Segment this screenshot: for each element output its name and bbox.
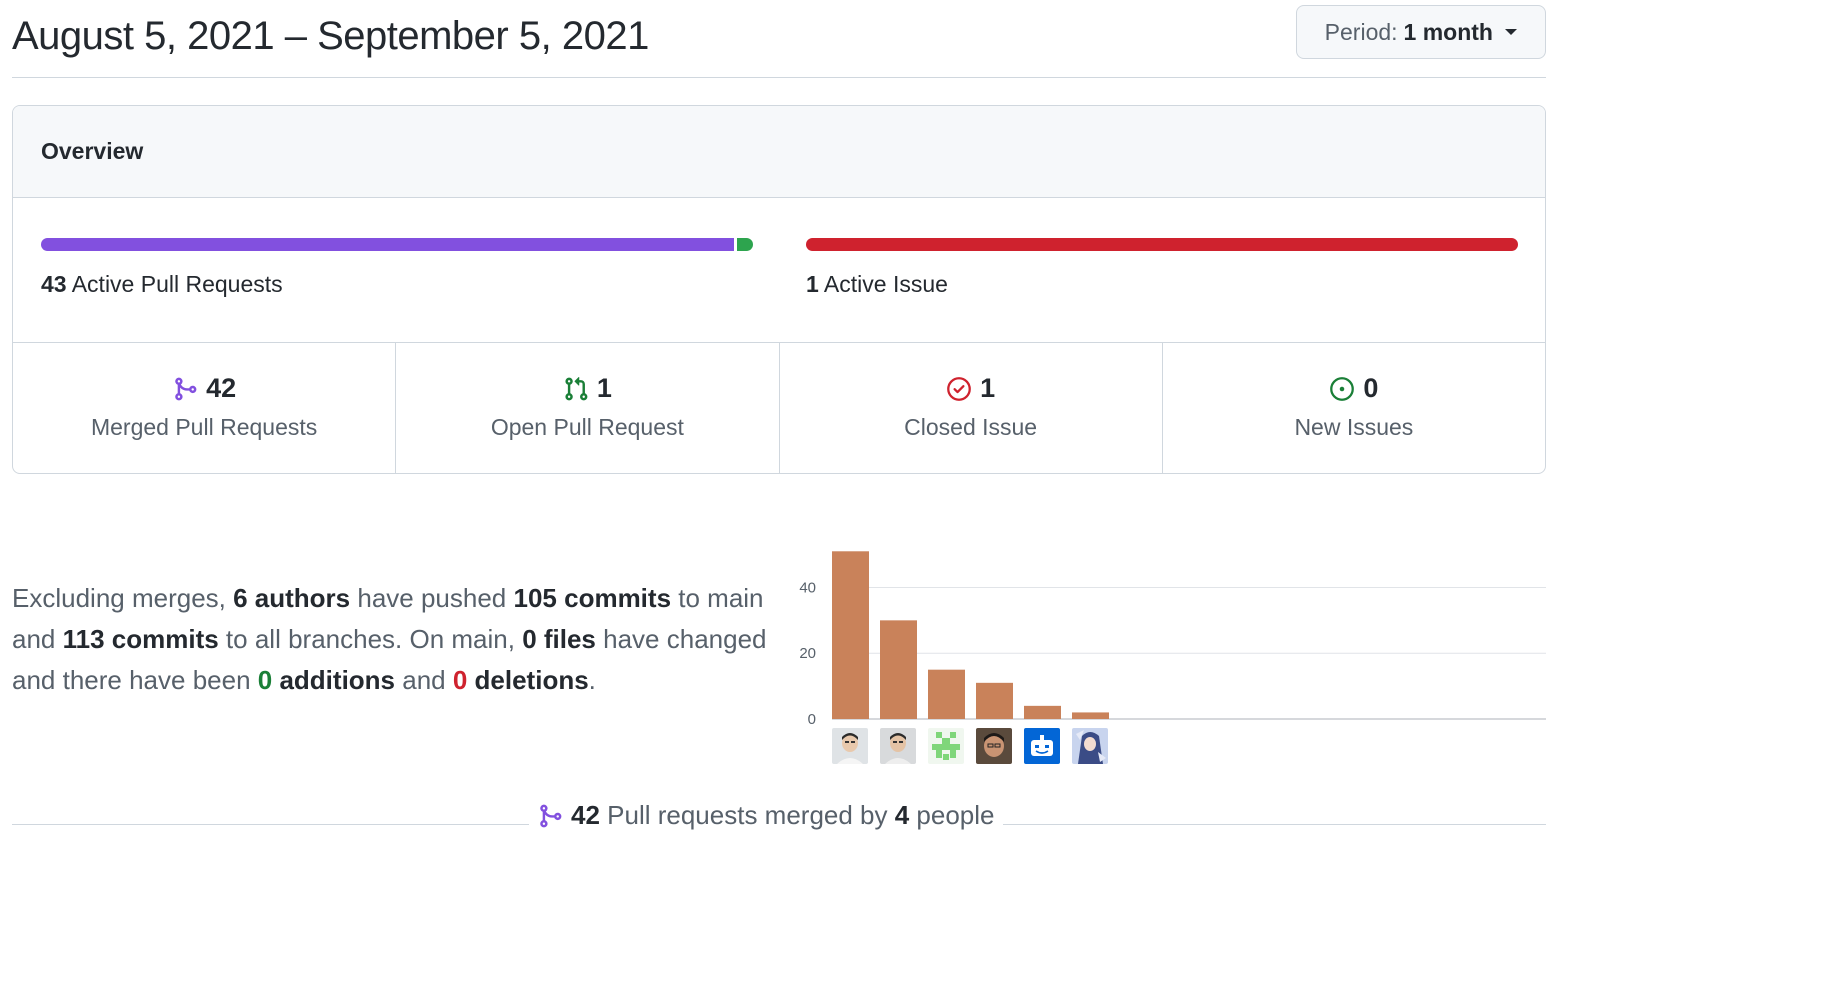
pull-requests-summary: 43 Active Pull Requests bbox=[41, 238, 753, 298]
footer-text: Pull requests merged by bbox=[599, 800, 895, 830]
git-merge-icon bbox=[175, 377, 197, 400]
issues-summary: 1 Active Issue bbox=[806, 238, 1518, 298]
author-avatar[interactable] bbox=[1024, 728, 1060, 764]
chevron-down-icon bbox=[1505, 29, 1517, 35]
overview-stats: 42 Merged Pull Requests 1 Open Pull Requ… bbox=[13, 343, 1545, 473]
active-issues-label: Active Issue bbox=[823, 271, 948, 297]
active-pull-requests-label: Active Pull Requests bbox=[71, 271, 283, 297]
overview-title: Overview bbox=[13, 106, 1545, 198]
stat-merged-label: Merged Pull Requests bbox=[90, 414, 318, 440]
summary-text: . bbox=[588, 665, 596, 695]
chart-bar[interactable] bbox=[832, 551, 869, 719]
summary-text: have pushed bbox=[350, 583, 514, 613]
author-avatar[interactable] bbox=[880, 728, 916, 764]
author-avatar[interactable] bbox=[1072, 728, 1108, 764]
commits-all-count: 113 commits bbox=[62, 624, 219, 654]
y-tick-label: 40 bbox=[799, 579, 816, 596]
chart-bar[interactable] bbox=[928, 669, 965, 719]
author-avatar[interactable] bbox=[832, 728, 868, 764]
commit-summary: Excluding merges, 6 authors have pushed … bbox=[12, 578, 772, 701]
period-label: Period: bbox=[1324, 18, 1398, 45]
active-pull-requests-count: 43 bbox=[41, 271, 67, 297]
active-issues-link[interactable]: 1 Active Issue bbox=[806, 271, 1518, 298]
overview-panel: Overview 43 Active Pull Requests 1 Activ… bbox=[12, 105, 1546, 474]
y-tick-label: 20 bbox=[799, 645, 816, 662]
period-dropdown-button[interactable]: Period: 1 month bbox=[1295, 5, 1546, 59]
stat-closed-value: 1 bbox=[980, 373, 996, 403]
deletions-count: 0 bbox=[452, 665, 468, 695]
issue-closed-icon bbox=[947, 376, 971, 401]
pull-requests-progress-bar bbox=[41, 238, 753, 251]
stat-new-label: New Issues bbox=[1294, 414, 1414, 440]
closed-issue-segment bbox=[806, 238, 1518, 251]
files-changed-count: 0 files bbox=[522, 624, 596, 654]
git-pull-request-icon bbox=[565, 376, 588, 400]
stat-merged-pull-requests[interactable]: 42 Merged Pull Requests bbox=[13, 343, 397, 473]
stat-new-issues[interactable]: 0 New Issues bbox=[1163, 343, 1545, 473]
issues-progress-bar bbox=[806, 238, 1518, 251]
additions-label: additions bbox=[272, 665, 396, 695]
issue-opened-icon bbox=[1330, 376, 1355, 401]
authors-count: 6 authors bbox=[233, 583, 351, 613]
chart-bar[interactable] bbox=[1024, 705, 1061, 719]
footer-text: people bbox=[909, 800, 995, 830]
chart-bar[interactable] bbox=[880, 620, 917, 719]
summary-text: and bbox=[395, 665, 453, 695]
deletions-label: deletions bbox=[467, 665, 589, 695]
author-avatar[interactable] bbox=[928, 728, 964, 764]
period-value: 1 month bbox=[1403, 18, 1493, 45]
stat-open-pull-request[interactable]: 1 Open Pull Request bbox=[396, 343, 780, 473]
chart-bar[interactable] bbox=[1072, 712, 1109, 719]
active-pull-requests-link[interactable]: 43 Active Pull Requests bbox=[41, 271, 753, 298]
stat-merged-value: 42 bbox=[206, 373, 237, 403]
active-issues-count: 1 bbox=[806, 271, 819, 297]
open-pr-segment bbox=[736, 238, 753, 251]
stat-closed-label: Closed Issue bbox=[904, 414, 1038, 440]
summary-text: to all branches. On main, bbox=[218, 624, 523, 654]
chart-bar[interactable] bbox=[976, 682, 1013, 719]
overview-bars: 43 Active Pull Requests 1 Active Issue bbox=[13, 198, 1545, 343]
commits-main-count: 105 commits bbox=[513, 583, 672, 613]
stat-new-value: 0 bbox=[1363, 373, 1379, 403]
author-avatar[interactable] bbox=[976, 728, 1012, 764]
merged-pull-requests-heading: 42 Pull requests merged by 4 people bbox=[529, 800, 1003, 831]
merged-pr-segment bbox=[41, 238, 734, 251]
git-merge-icon bbox=[540, 804, 562, 827]
footer-people-count: 4 bbox=[894, 800, 910, 830]
footer-merged-count: 42 bbox=[571, 800, 600, 830]
stat-open-label: Open Pull Request bbox=[490, 414, 684, 440]
period-header: August 5, 2021 – September 5, 2021 Perio… bbox=[12, 5, 1546, 78]
page-title: August 5, 2021 – September 5, 2021 bbox=[12, 14, 649, 58]
stat-closed-issue[interactable]: 1 Closed Issue bbox=[780, 343, 1163, 473]
additions-count: 0 bbox=[257, 665, 273, 695]
y-tick-label: 0 bbox=[808, 711, 816, 728]
summary-text: Excluding merges, bbox=[12, 583, 234, 613]
commits-chart-svg: 0 20 40 bbox=[799, 551, 1546, 728]
stat-open-value: 1 bbox=[596, 373, 612, 403]
